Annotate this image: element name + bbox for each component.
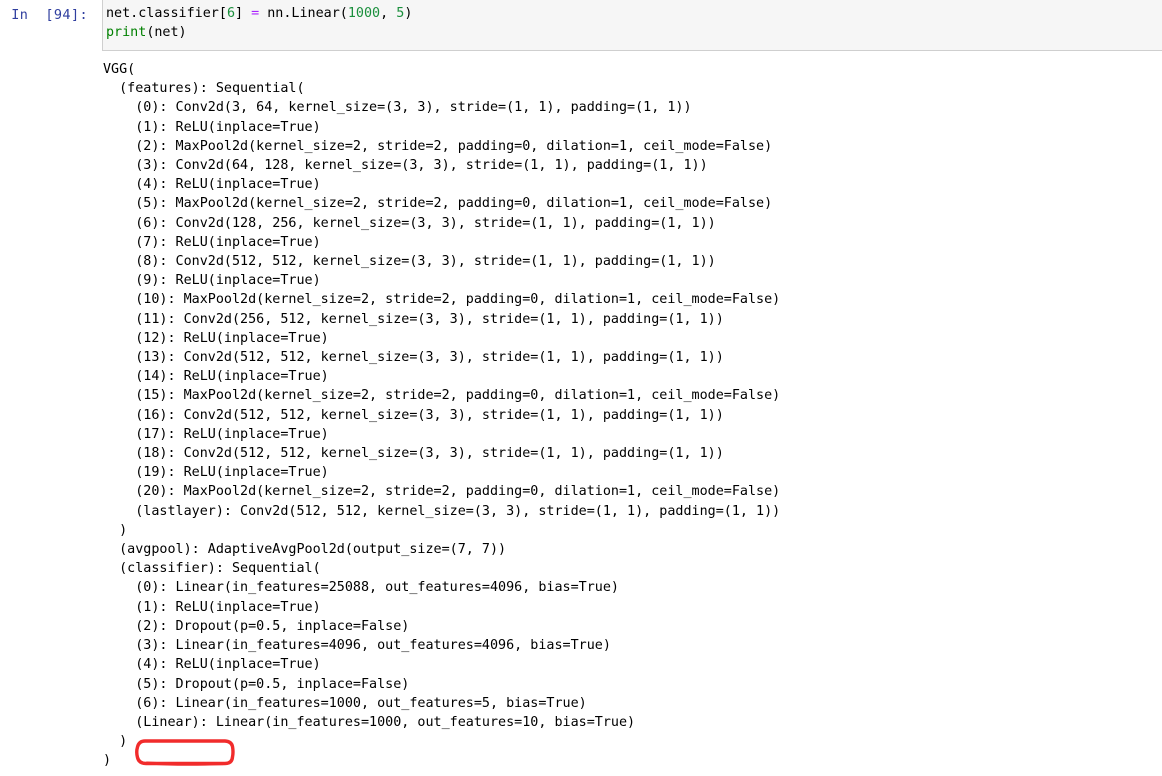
code-token: 1000 xyxy=(347,6,381,21)
input-prompt-label: In [94]: xyxy=(11,7,88,23)
output-line: (3): Linear(in_features=4096, out_featur… xyxy=(103,638,611,654)
output-line: (10): MaxPool2d(kernel_size=2, stride=2,… xyxy=(103,292,781,308)
code-token: ] xyxy=(235,6,252,21)
output-line: (13): Conv2d(512, 512, kernel_size=(3, 3… xyxy=(103,350,724,366)
code-token: (net) xyxy=(146,25,187,41)
output-line: (12): ReLU(inplace=True) xyxy=(103,330,329,346)
output-line: (features): Sequential( xyxy=(103,81,305,97)
output-line: (0): Linear(in_features=25088, out_featu… xyxy=(103,580,619,596)
output-line: (18): Conv2d(512, 512, kernel_size=(3, 3… xyxy=(103,446,724,462)
output-line: ) xyxy=(103,522,128,538)
output-line: ) xyxy=(103,753,112,769)
output-line: (classifier): Sequential( xyxy=(103,561,321,577)
output-line: ) xyxy=(103,734,128,750)
output-line: (Linear): Linear(in_features=1000, out_f… xyxy=(103,714,636,730)
output-line: (0): Conv2d(3, 64, kernel_size=(3, 3), s… xyxy=(103,100,692,116)
code-token: , xyxy=(380,6,397,21)
output-line: (lastlayer): Conv2d(512, 512, kernel_siz… xyxy=(103,503,781,519)
output-line: (15): MaxPool2d(kernel_size=2, stride=2,… xyxy=(103,388,781,404)
code-token: 6 xyxy=(226,6,235,21)
output-line: (1): ReLU(inplace=True) xyxy=(103,599,321,615)
notebook-code-cell[interactable]: In [94]: net.classifier[6] = nn.Linear(1… xyxy=(0,0,1162,51)
code-editor[interactable]: net.classifier[6] = nn.Linear(1000, 5) pr… xyxy=(102,0,1162,51)
output-line: (8): Conv2d(512, 512, kernel_size=(3, 3)… xyxy=(103,254,716,270)
output-line: (6): Conv2d(128, 256, kernel_size=(3, 3)… xyxy=(103,215,716,231)
output-line: (16): Conv2d(512, 512, kernel_size=(3, 3… xyxy=(103,407,724,423)
output-line: (4): ReLU(inplace=True) xyxy=(103,657,321,673)
output-line: (4): ReLU(inplace=True) xyxy=(103,177,321,193)
output-line: (11): Conv2d(256, 512, kernel_size=(3, 3… xyxy=(103,311,724,327)
code-token: net.classifier[ xyxy=(106,6,227,21)
code-token: = xyxy=(251,6,260,21)
output-line: (3): Conv2d(64, 128, kernel_size=(3, 3),… xyxy=(103,158,708,174)
output-line: (5): MaxPool2d(kernel_size=2, stride=2, … xyxy=(103,196,773,212)
output-line: (5): Dropout(p=0.5, inplace=False) xyxy=(103,676,410,692)
output-line: (7): ReLU(inplace=True) xyxy=(103,234,321,250)
output-line: (2): MaxPool2d(kernel_size=2, stride=2, … xyxy=(103,138,773,154)
code-line[interactable]: net.classifier[6] = nn.Linear(1000, 5) xyxy=(106,4,412,23)
output-line: (17): ReLU(inplace=True) xyxy=(103,426,329,442)
code-token: nn.Linear( xyxy=(259,6,348,21)
output-line: (20): MaxPool2d(kernel_size=2, stride=2,… xyxy=(103,484,781,500)
output-line: (9): ReLU(inplace=True) xyxy=(103,273,321,289)
output-stream-text: VGG( (features): Sequential( (0): Conv2d… xyxy=(103,60,780,771)
code-token: print xyxy=(106,25,147,41)
output-line: (1): ReLU(inplace=True) xyxy=(103,119,321,135)
output-line: VGG( xyxy=(103,62,136,77)
code-line[interactable]: print(net) xyxy=(106,23,412,42)
output-line: (6): Linear(in_features=1000, out_featur… xyxy=(103,695,587,711)
code-source-lines[interactable]: net.classifier[6] = nn.Linear(1000, 5) pr… xyxy=(106,4,412,42)
output-line: (2): Dropout(p=0.5, inplace=False) xyxy=(103,618,410,634)
output-line: (19): ReLU(inplace=True) xyxy=(103,465,329,481)
cell-output-area: VGG( (features): Sequential( (0): Conv2d… xyxy=(0,51,1162,776)
output-line: (14): ReLU(inplace=True) xyxy=(103,369,329,385)
output-line: (avgpool): AdaptiveAvgPool2d(output_size… xyxy=(103,542,507,558)
code-token: ) xyxy=(404,6,413,21)
